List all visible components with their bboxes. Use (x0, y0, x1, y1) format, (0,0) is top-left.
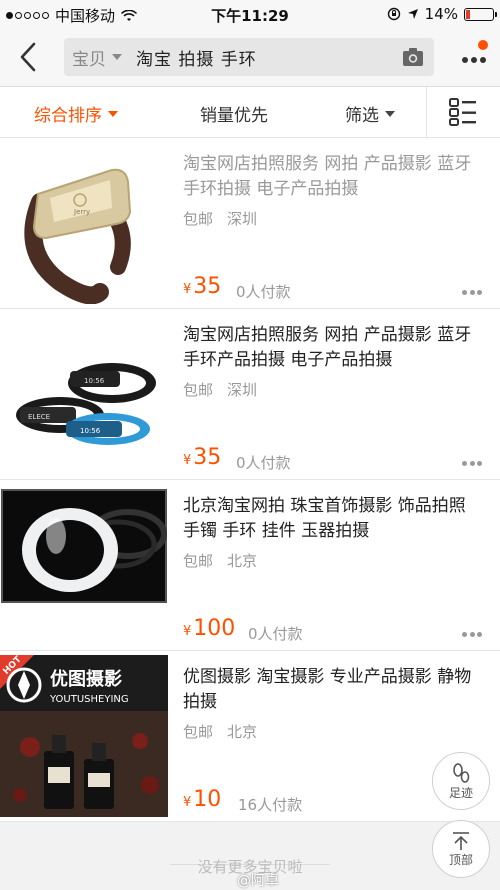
location-tag: 深圳 (227, 381, 258, 399)
footprint-label: 足迹 (448, 785, 473, 800)
product-title[interactable]: 淘宝网店拍照服务 网拍 产品摄影 蓝牙手环产品拍摄 电子产品拍摄 (183, 323, 483, 373)
list-item[interactable]: HOT 优图摄影 YOUTUSHEYING 优图摄影 淘宝摄影 专业产品摄影 静… (0, 651, 500, 822)
currency-symbol: ¥ (183, 453, 192, 468)
result-list: Jerry 淘宝网店拍照服务 网拍 产品摄影 蓝牙手环拍摄 电子产品拍摄 包邮 … (0, 138, 500, 822)
product-price: ¥ 100 (183, 616, 235, 641)
orientation-lock-icon (387, 7, 400, 21)
sold-count: 16人付款 (238, 796, 303, 814)
search-scope-selector[interactable]: 宝贝 (64, 45, 122, 70)
location-tag: 北京 (227, 723, 258, 741)
watermark: @阿卓 (237, 873, 279, 889)
list-footer: 没有更多宝贝啦 @阿卓 (0, 830, 500, 889)
sort-sales-tab[interactable]: 销量优先 (200, 101, 268, 126)
product-thumbnail[interactable] (0, 484, 168, 646)
product-meta: 包邮 深圳 (183, 379, 257, 400)
studio-ad-image: HOT 优图摄影 YOUTUSHEYING (0, 655, 168, 817)
band-time-text: 10:56 (80, 427, 101, 435)
currency-symbol: ¥ (183, 624, 192, 639)
product-title[interactable]: 北京淘宝网拍 珠宝首饰摄影 饰品拍照 手镯 手环 挂件 玉器拍摄 (183, 494, 483, 544)
search-query-text: 淘宝 拍摄 手环 (136, 49, 257, 70)
shipping-tag: 包邮 (183, 552, 214, 570)
search-scope-label: 宝贝 (72, 49, 106, 70)
price-value: 100 (193, 616, 236, 641)
battery-percent: 14% (424, 5, 458, 23)
sort-bar: 综合排序 销量优先 筛选 (0, 87, 500, 138)
chevron-down-icon (385, 110, 395, 117)
footprint-button[interactable]: 足迹 (432, 752, 490, 810)
sort-comprehensive-tab[interactable]: 综合排序 (34, 101, 118, 126)
price-value: 10 (193, 787, 222, 812)
back-arrow-icon[interactable] (14, 40, 42, 74)
band-brand-text: Jerry (73, 208, 90, 216)
product-meta: 包邮 北京 (183, 721, 257, 742)
battery-icon (464, 7, 497, 21)
sold-count: 0人付款 (236, 283, 291, 301)
sort-comprehensive-label: 综合排序 (34, 106, 102, 126)
sold-count: 0人付款 (236, 454, 291, 472)
currency-symbol: ¥ (183, 795, 192, 810)
product-thumbnail[interactable]: HOT 优图摄影 YOUTUSHEYING (0, 655, 168, 817)
shipping-tag: 包邮 (183, 723, 214, 741)
notification-badge (478, 40, 488, 50)
sort-sales-label: 销量优先 (200, 106, 268, 126)
back-to-top-label: 顶部 (448, 852, 473, 867)
product-title[interactable]: 优图摄影 淘宝摄影 专业产品摄影 静物拍摄 (183, 665, 483, 715)
studio-brand-en: YOUTUSHEYING (49, 694, 129, 705)
shipping-tag: 包邮 (183, 381, 214, 399)
price-value: 35 (193, 445, 222, 470)
list-item[interactable]: 10:56 ELECE 10:56 淘宝网店拍照服务 网拍 产品摄影 蓝牙手环产… (0, 309, 500, 480)
product-meta: 包邮 深圳 (183, 208, 257, 229)
product-title[interactable]: 淘宝网店拍照服务 网拍 产品摄影 蓝牙手环拍摄 电子产品拍摄 (183, 152, 483, 202)
arrow-up-icon (453, 831, 469, 850)
filter-label: 筛选 (345, 106, 379, 126)
item-more-icon[interactable] (462, 290, 482, 296)
sold-count: 0人付款 (248, 625, 303, 643)
product-price: ¥ 10 (183, 787, 221, 812)
product-thumbnail[interactable]: 10:56 ELECE 10:56 (0, 313, 168, 475)
list-item[interactable]: Jerry 淘宝网店拍照服务 网拍 产品摄影 蓝牙手环拍摄 电子产品拍摄 包邮 … (0, 138, 500, 309)
chevron-down-icon (112, 54, 122, 60)
item-more-icon[interactable] (462, 632, 482, 638)
list-view-toggle-icon[interactable] (449, 98, 477, 126)
studio-brand-cn: 优图摄影 (50, 668, 122, 690)
search-header: 宝贝 淘宝 拍摄 手环 (0, 28, 500, 87)
smartband-image: 10:56 ELECE 10:56 (0, 313, 168, 475)
footprint-icon (453, 762, 470, 783)
filter-tab[interactable]: 筛选 (345, 101, 395, 126)
product-price: ¥ 35 (183, 445, 221, 470)
location-tag: 深圳 (227, 210, 258, 228)
chevron-down-icon (108, 110, 118, 117)
status-bar: 中国移动 下午11:29 14% (0, 0, 500, 28)
price-value: 35 (193, 274, 222, 299)
smartband-image: Jerry (0, 142, 168, 304)
back-to-top-button[interactable]: 顶部 (432, 820, 490, 878)
camera-icon[interactable] (402, 46, 424, 68)
divider (426, 87, 427, 137)
search-input[interactable]: 宝贝 淘宝 拍摄 手环 (64, 38, 434, 76)
jade-bracelet-image (1, 489, 167, 603)
shipping-tag: 包邮 (183, 210, 214, 228)
location-arrow-icon (407, 9, 418, 19)
product-price: ¥ 35 (183, 274, 221, 299)
location-tag: 北京 (227, 552, 258, 570)
currency-symbol: ¥ (183, 282, 192, 297)
product-thumbnail[interactable]: Jerry (0, 142, 168, 304)
product-meta: 包邮 北京 (183, 550, 257, 571)
band-brand-text: ELECE (28, 413, 50, 421)
item-more-icon[interactable] (462, 461, 482, 467)
list-item[interactable]: 北京淘宝网拍 珠宝首饰摄影 饰品拍照 手镯 手环 挂件 玉器拍摄 包邮 北京 ¥… (0, 480, 500, 651)
band-time-text: 10:56 (84, 377, 105, 385)
